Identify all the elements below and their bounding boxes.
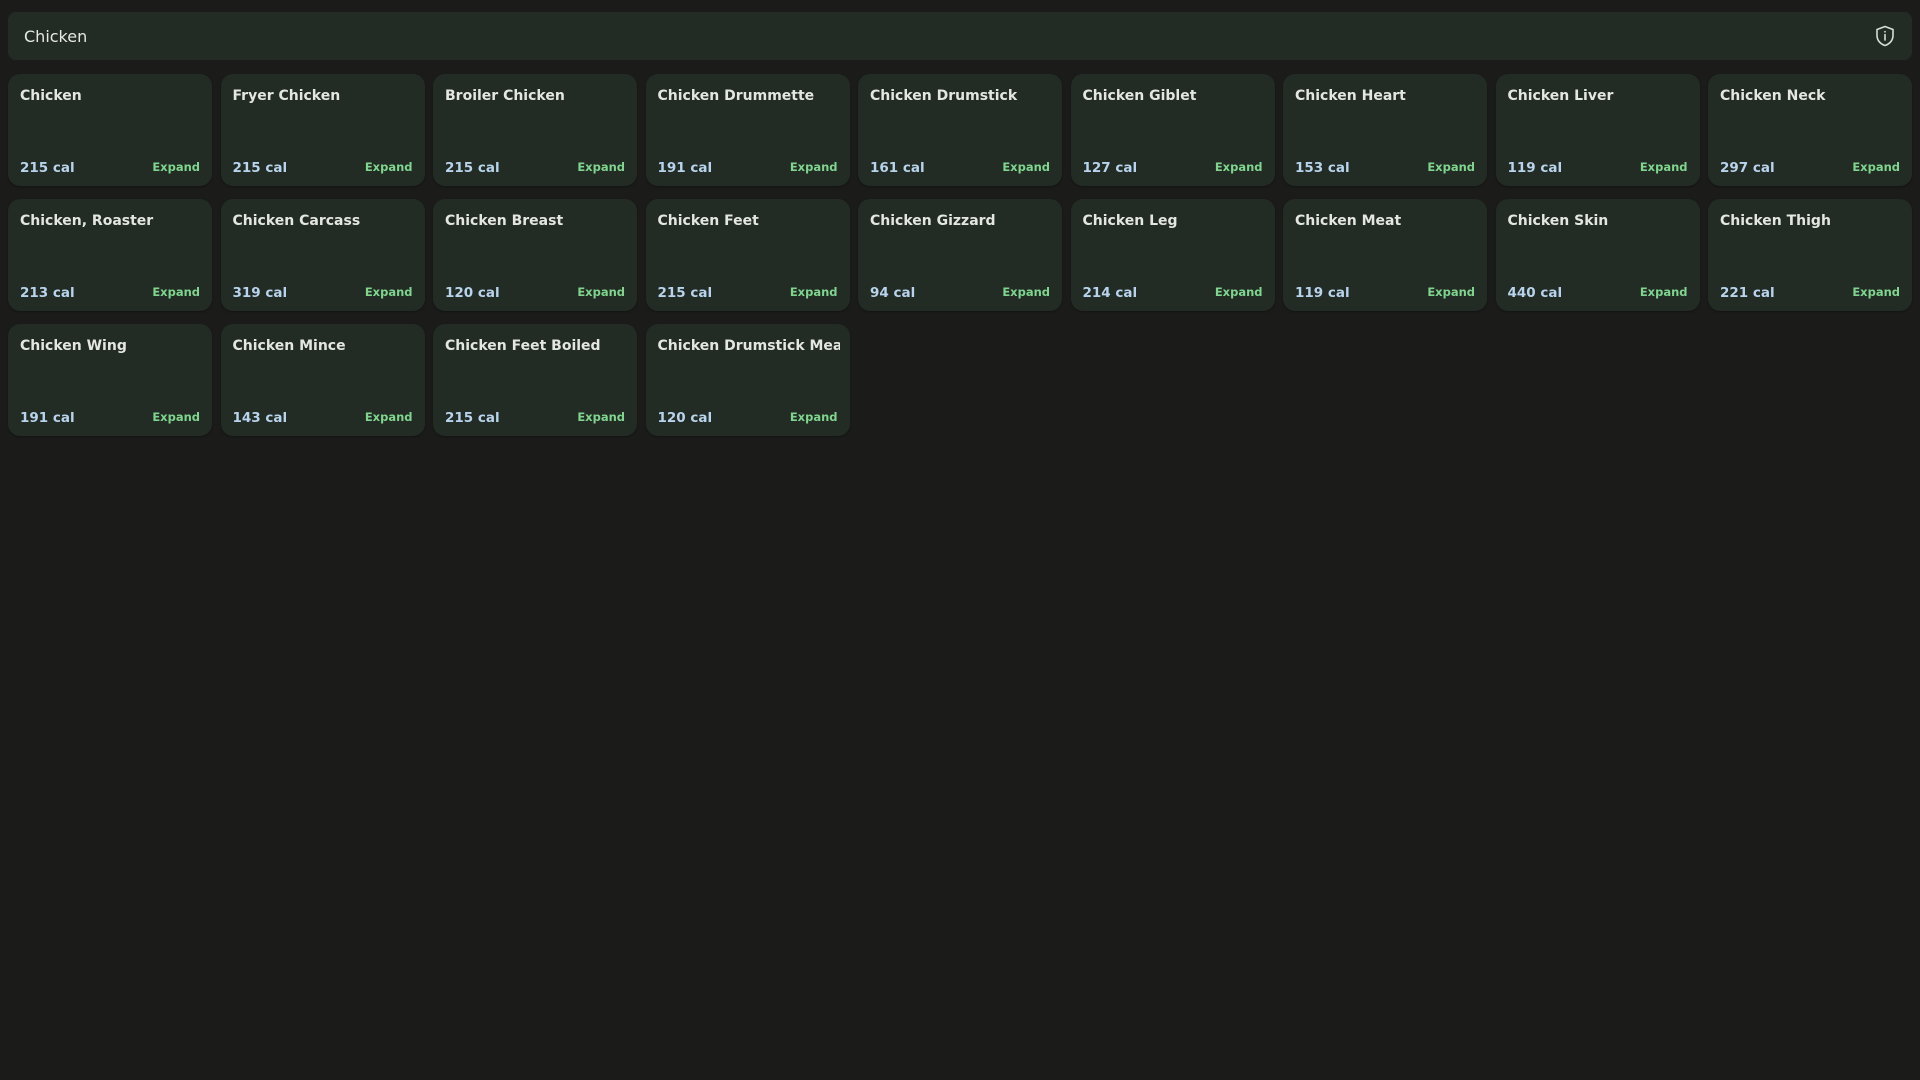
calorie-value: 161 cal xyxy=(870,160,925,176)
expand-button[interactable]: Expand xyxy=(790,160,838,174)
search-input[interactable] xyxy=(24,26,1874,46)
calorie-value: 127 cal xyxy=(1082,160,1138,176)
food-name: Chicken Heart xyxy=(1295,88,1406,104)
calorie-value: 215 cal xyxy=(20,160,75,176)
food-name: Chicken Wing xyxy=(20,338,127,354)
food-card[interactable]: Chicken Liver 119 cal Expand xyxy=(1495,74,1700,186)
food-name: Chicken Drumstick Meat xyxy=(657,338,840,354)
expand-button[interactable]: Expand xyxy=(1427,160,1475,174)
expand-button[interactable]: Expand xyxy=(790,285,838,299)
expand-button[interactable]: Expand xyxy=(365,285,413,299)
food-name: Chicken Meat xyxy=(1295,213,1402,229)
calorie-value: 119 cal xyxy=(1295,285,1350,301)
expand-button[interactable]: Expand xyxy=(1852,160,1900,174)
calorie-value: 119 cal xyxy=(1507,160,1563,176)
food-card[interactable]: Chicken Mince 143 cal Expand xyxy=(220,324,425,436)
food-name: Chicken Leg xyxy=(1082,213,1178,229)
food-name: Chicken xyxy=(20,88,82,104)
food-card[interactable]: Chicken Skin 440 cal Expand xyxy=(1495,199,1700,311)
shield-info-icon[interactable] xyxy=(1874,24,1896,48)
calorie-value: 143 cal xyxy=(232,410,288,426)
food-card[interactable]: Chicken Thigh 221 cal Expand xyxy=(1708,199,1912,311)
expand-button[interactable]: Expand xyxy=(1427,285,1475,299)
food-card[interactable]: Chicken Drumstick Meat 120 cal Expand xyxy=(645,324,850,436)
food-card[interactable]: Chicken Breast 120 cal Expand xyxy=(433,199,637,311)
calorie-value: 297 cal xyxy=(1720,160,1775,176)
food-name: Chicken Drumstick xyxy=(870,88,1018,104)
expand-button[interactable]: Expand xyxy=(577,160,625,174)
food-card[interactable]: Chicken Feet 215 cal Expand xyxy=(645,199,850,311)
food-name: Chicken Breast xyxy=(445,213,564,229)
calorie-value: 153 cal xyxy=(1295,160,1350,176)
food-card[interactable]: Chicken Meat 119 cal Expand xyxy=(1283,199,1487,311)
food-card[interactable]: Chicken Leg 214 cal Expand xyxy=(1070,199,1275,311)
expand-button[interactable]: Expand xyxy=(790,410,838,424)
calorie-value: 120 cal xyxy=(445,285,500,301)
expand-button[interactable]: Expand xyxy=(365,410,413,424)
expand-button[interactable]: Expand xyxy=(1640,160,1688,174)
food-card[interactable]: Chicken, Roaster 213 cal Expand xyxy=(8,199,212,311)
calorie-value: 215 cal xyxy=(445,410,500,426)
food-name: Chicken Thigh xyxy=(1720,213,1831,229)
calorie-value: 440 cal xyxy=(1507,285,1563,301)
food-card[interactable]: Chicken Gizzard 94 cal Expand xyxy=(858,199,1062,311)
expand-button[interactable]: Expand xyxy=(577,410,625,424)
food-card[interactable]: Chicken Drummette 191 cal Expand xyxy=(645,74,850,186)
calorie-value: 213 cal xyxy=(20,285,75,301)
food-card[interactable]: Chicken Wing 191 cal Expand xyxy=(8,324,212,436)
expand-button[interactable]: Expand xyxy=(1640,285,1688,299)
food-name: Chicken Carcass xyxy=(232,213,361,229)
food-name: Chicken Gizzard xyxy=(870,213,996,229)
food-card[interactable]: Broiler Chicken 215 cal Expand xyxy=(433,74,637,186)
expand-button[interactable]: Expand xyxy=(1215,160,1263,174)
search-bar[interactable] xyxy=(8,12,1912,60)
expand-button[interactable]: Expand xyxy=(365,160,413,174)
food-name: Chicken Giblet xyxy=(1082,88,1197,104)
calorie-value: 214 cal xyxy=(1082,285,1138,301)
food-name: Chicken Neck xyxy=(1720,88,1826,104)
food-card[interactable]: Chicken 215 cal Expand xyxy=(8,74,212,186)
food-card[interactable]: Fryer Chicken 215 cal Expand xyxy=(220,74,425,186)
calorie-value: 94 cal xyxy=(870,285,916,301)
calorie-value: 215 cal xyxy=(445,160,500,176)
calorie-value: 215 cal xyxy=(657,285,713,301)
food-name: Chicken Feet xyxy=(657,213,759,229)
food-name: Fryer Chicken xyxy=(232,88,341,104)
expand-button[interactable]: Expand xyxy=(1852,285,1900,299)
calorie-value: 215 cal xyxy=(232,160,288,176)
calorie-value: 120 cal xyxy=(657,410,713,426)
food-card[interactable]: Chicken Heart 153 cal Expand xyxy=(1283,74,1487,186)
expand-button[interactable]: Expand xyxy=(152,285,200,299)
food-card[interactable]: Chicken Carcass 319 cal Expand xyxy=(220,199,425,311)
expand-button[interactable]: Expand xyxy=(1002,160,1050,174)
expand-button[interactable]: Expand xyxy=(152,410,200,424)
calorie-value: 319 cal xyxy=(232,285,288,301)
food-name: Chicken, Roaster xyxy=(20,213,154,229)
calorie-value: 191 cal xyxy=(20,410,75,426)
food-card[interactable]: Chicken Drumstick 161 cal Expand xyxy=(858,74,1062,186)
food-card[interactable]: Chicken Feet Boiled 215 cal Expand xyxy=(433,324,637,436)
food-name: Chicken Feet Boiled xyxy=(445,338,601,354)
expand-button[interactable]: Expand xyxy=(152,160,200,174)
food-name: Broiler Chicken xyxy=(445,88,565,104)
calorie-value: 191 cal xyxy=(657,160,713,176)
food-card[interactable]: Chicken Neck 297 cal Expand xyxy=(1708,74,1912,186)
expand-button[interactable]: Expand xyxy=(1002,285,1050,299)
results-grid: Chicken 215 cal Expand Fryer Chicken 215 cal… xyxy=(8,74,1912,436)
food-name: Chicken Skin xyxy=(1507,213,1609,229)
food-name: Chicken Mince xyxy=(232,338,346,354)
food-card[interactable]: Chicken Giblet 127 cal Expand xyxy=(1070,74,1275,186)
expand-button[interactable]: Expand xyxy=(1215,285,1263,299)
food-name: Chicken Liver xyxy=(1507,88,1614,104)
calorie-value: 221 cal xyxy=(1720,285,1775,301)
expand-button[interactable]: Expand xyxy=(577,285,625,299)
food-name: Chicken Drummette xyxy=(657,88,815,104)
